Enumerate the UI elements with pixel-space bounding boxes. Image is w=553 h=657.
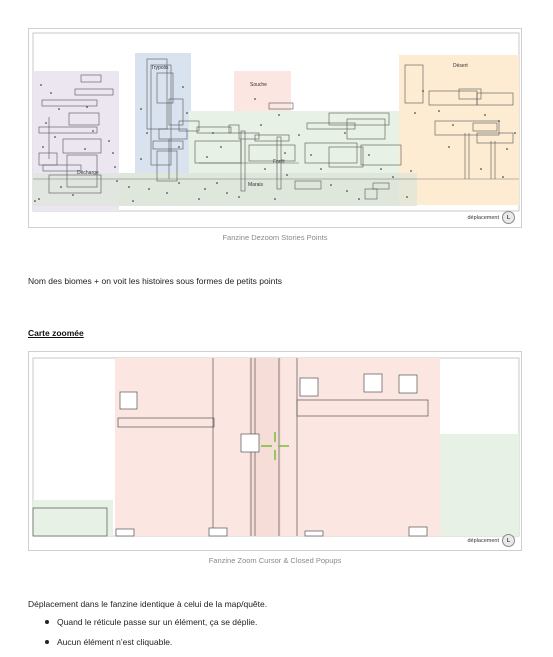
- biome-label-foret: Forêt: [273, 159, 285, 165]
- biome-label-trypolis: Trypolis: [151, 65, 169, 71]
- paragraph-biomes: Nom des biomes + on voit les histoires s…: [28, 276, 282, 286]
- zoom-area-right-green: [440, 434, 519, 536]
- map-dezoom-canvas: Décharge Trypolis Souche Forêt Marais Dé…: [32, 32, 520, 212]
- move-hint-label-2: déplacement: [467, 537, 500, 544]
- map-dezoom-figure: Décharge Trypolis Souche Forêt Marais Dé…: [28, 28, 522, 228]
- notes-list: Quand le réticule passe sur un élément, …: [45, 617, 257, 657]
- map-zoom-figure: déplacement L: [28, 351, 522, 551]
- move-hint-badge-2: déplacement L: [467, 534, 515, 547]
- list-item: Aucun élément n’est cliquable.: [45, 637, 257, 647]
- map-zoom-canvas: [32, 357, 520, 537]
- key-l-icon: L: [502, 211, 515, 224]
- key-l-icon-2: L: [502, 534, 515, 547]
- figure1-caption: Fanzine Dezoom Stories Points: [222, 233, 328, 242]
- biome-label-desert: Désert: [453, 63, 468, 69]
- biome-label-marais: Marais: [248, 182, 264, 188]
- biome-area-foret: [189, 111, 414, 173]
- list-item: Quand le réticule passe sur un élément, …: [45, 617, 257, 627]
- figure2-caption: Fanzine Zoom Cursor & Closed Popups: [208, 556, 342, 565]
- zoom-area-left-green: [33, 500, 113, 536]
- move-hint-badge: déplacement L: [467, 211, 515, 224]
- move-hint-label: déplacement: [467, 214, 500, 221]
- paragraph-movement: Déplacement dans le fanzine identique à …: [28, 599, 268, 609]
- heading-zoomed-map: Carte zoomée: [28, 328, 84, 338]
- biome-label-souche: Souche: [250, 82, 267, 88]
- biome-area-trypolis: [135, 53, 191, 183]
